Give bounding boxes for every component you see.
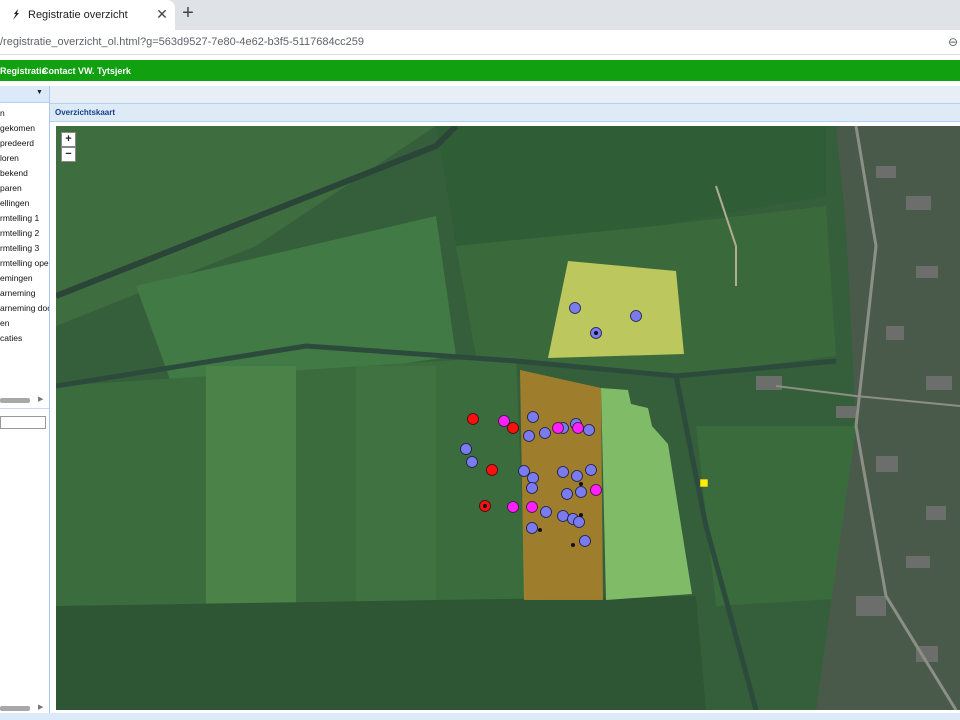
map-marker[interactable] bbox=[579, 535, 591, 547]
map-marker[interactable] bbox=[575, 486, 587, 498]
search-input[interactable] bbox=[0, 416, 46, 429]
map-marker[interactable] bbox=[486, 464, 498, 476]
map-marker[interactable] bbox=[630, 310, 642, 322]
map-panel-header: Overzichtskaart bbox=[50, 103, 960, 122]
map-marker[interactable] bbox=[557, 510, 569, 522]
map-marker[interactable] bbox=[585, 464, 597, 476]
layer-item[interactable]: rmtelling 1 bbox=[0, 211, 49, 226]
map-marker[interactable] bbox=[590, 484, 602, 496]
panel-divider bbox=[0, 408, 49, 409]
zoom-indicator-icon[interactable]: ⊖ bbox=[948, 35, 958, 49]
map-marker[interactable] bbox=[523, 430, 535, 442]
map-panel-title: Overzichtskaart bbox=[55, 108, 116, 117]
layer-list-scrollbar[interactable]: ▶ bbox=[0, 396, 49, 404]
layer-panel-header: ▼ bbox=[0, 86, 49, 103]
site-favicon-icon bbox=[13, 9, 19, 20]
map-marker[interactable] bbox=[569, 302, 581, 314]
map-marker[interactable] bbox=[460, 443, 472, 455]
yellow-parcel[interactable] bbox=[548, 261, 684, 358]
zoom-out-button[interactable]: − bbox=[61, 147, 76, 162]
status-bar bbox=[0, 713, 960, 720]
map-marker[interactable] bbox=[466, 456, 478, 468]
layer-item[interactable]: rmtelling 2 bbox=[0, 226, 49, 241]
layer-panel: ▼ n gekomen predeerd loren bekend paren … bbox=[0, 86, 50, 720]
bottom-scrollbar[interactable]: ▶ bbox=[0, 704, 49, 712]
browser-tabstrip: Registratie overzicht ✕ + bbox=[0, 0, 960, 30]
nav-contact[interactable]: Contact bbox=[42, 66, 76, 76]
scrollbar-thumb[interactable] bbox=[0, 706, 30, 711]
map-marker[interactable] bbox=[572, 422, 584, 434]
map-marker[interactable] bbox=[557, 466, 569, 478]
map-marker[interactable] bbox=[526, 522, 538, 534]
layer-item[interactable]: caties bbox=[0, 331, 49, 346]
layer-item[interactable]: predeerd bbox=[0, 136, 49, 151]
layer-item[interactable]: ellingen bbox=[0, 196, 49, 211]
layer-item[interactable]: rmtelling 3 bbox=[0, 241, 49, 256]
layer-list: n gekomen predeerd loren bekend paren el… bbox=[0, 106, 49, 346]
scroll-right-icon[interactable]: ▶ bbox=[38, 703, 43, 711]
map-marker[interactable] bbox=[526, 501, 538, 513]
map-marker[interactable] bbox=[507, 422, 519, 434]
map-marker[interactable] bbox=[552, 422, 564, 434]
chrome-divider bbox=[0, 54, 960, 55]
layer-item[interactable]: en bbox=[0, 316, 49, 331]
layer-item[interactable]: rmtelling oper bbox=[0, 256, 49, 271]
scrollbar-thumb[interactable] bbox=[0, 398, 30, 403]
zoom-in-button[interactable]: + bbox=[61, 132, 76, 147]
url-text[interactable]: /registratie_overzicht_ol.html?g=563d952… bbox=[0, 36, 364, 48]
nav-vw-tytsjerk[interactable]: VW. Tytsjerk bbox=[78, 66, 131, 76]
layer-item[interactable]: loren bbox=[0, 151, 49, 166]
map-marker[interactable] bbox=[498, 415, 510, 427]
map-marker[interactable] bbox=[467, 413, 479, 425]
map-marker[interactable] bbox=[571, 470, 583, 482]
map-marker[interactable] bbox=[527, 411, 539, 423]
map-marker[interactable] bbox=[573, 516, 585, 528]
map-marker[interactable] bbox=[507, 501, 519, 513]
map-marker[interactable] bbox=[561, 488, 573, 500]
map-marker[interactable] bbox=[526, 482, 538, 494]
nav-registratie[interactable]: Registratie bbox=[0, 66, 47, 76]
overview-map[interactable]: + − bbox=[56, 126, 960, 710]
map-toolbar-band bbox=[50, 86, 960, 103]
layer-item[interactable]: emingen bbox=[0, 271, 49, 286]
site-navbar: Registratie Contact VW. Tytsjerk bbox=[0, 60, 960, 81]
yellow-square-marker[interactable] bbox=[699, 478, 709, 488]
layer-item[interactable]: bekend bbox=[0, 166, 49, 181]
scroll-right-icon[interactable]: ▶ bbox=[38, 395, 43, 403]
layer-item[interactable]: arneming doo bbox=[0, 301, 49, 316]
new-tab-icon[interactable]: + bbox=[178, 3, 198, 23]
layer-item[interactable]: arneming bbox=[0, 286, 49, 301]
layer-item[interactable]: paren bbox=[0, 181, 49, 196]
browser-tab[interactable]: Registratie overzicht ✕ bbox=[0, 0, 175, 30]
map-marker[interactable] bbox=[527, 472, 539, 484]
tab-title: Registratie overzicht bbox=[28, 9, 128, 21]
map-marker[interactable] bbox=[583, 424, 595, 436]
address-bar[interactable]: /registratie_overzicht_ol.html?g=563d952… bbox=[0, 30, 960, 54]
close-tab-icon[interactable]: ✕ bbox=[154, 6, 170, 23]
map-marker[interactable] bbox=[518, 465, 530, 477]
satellite-imagery bbox=[56, 126, 960, 710]
chevron-down-icon[interactable]: ▼ bbox=[36, 89, 43, 96]
layer-item[interactable]: gekomen bbox=[0, 121, 49, 136]
layer-item[interactable]: n bbox=[0, 106, 49, 121]
map-marker[interactable] bbox=[539, 427, 551, 439]
map-marker[interactable] bbox=[540, 506, 552, 518]
